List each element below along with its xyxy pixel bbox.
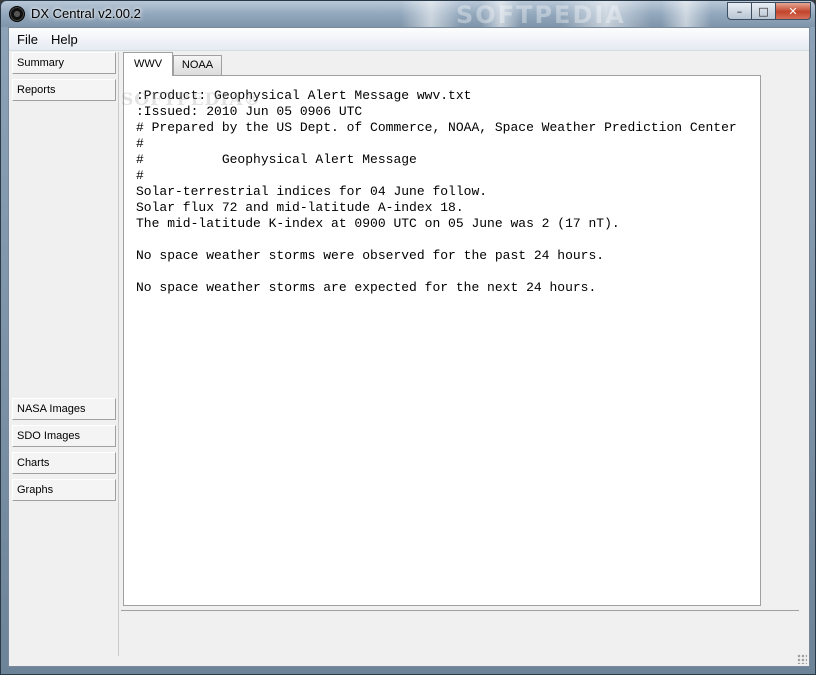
sidebar-button-graphs[interactable]: Graphs [12, 479, 116, 501]
tab-watermark: SOFTPEDIA® [121, 90, 262, 110]
message-line: # Prepared by the US Dept. of Commerce, … [136, 120, 737, 135]
app-window: DX Central v2.00.2 SOFTPEDIA – □ ✕ File … [0, 0, 816, 675]
message-line: The mid-latitude K-index at 0900 UTC on … [136, 216, 620, 231]
title-bar[interactable]: DX Central v2.00.2 SOFTPEDIA – □ ✕ [1, 1, 815, 27]
sidebar-button-sdo-images[interactable]: SDO Images [12, 425, 116, 447]
close-icon: ✕ [788, 4, 798, 18]
window-title: DX Central v2.00.2 [31, 6, 141, 21]
menu-help[interactable]: Help [51, 32, 78, 47]
sidebar: Summary Reports NASA Images SDO Images C… [10, 52, 119, 656]
menu-file[interactable]: File [17, 32, 38, 47]
resize-grip-icon[interactable] [797, 654, 807, 664]
minimize-icon: – [736, 4, 743, 18]
sidebar-button-summary[interactable]: Summary [12, 52, 116, 74]
message-line: Solar-terrestrial indices for 04 June fo… [136, 184, 488, 199]
menu-bar: File Help [9, 28, 809, 51]
app-globe-icon[interactable] [9, 6, 25, 22]
alert-message-text: :Product: Geophysical Alert Message wwv.… [136, 88, 737, 296]
message-line [136, 264, 737, 280]
tab-control: WWV NOAA SOFTPEDIA® :Product: Geophysica… [121, 52, 801, 632]
maximize-icon: □ [758, 4, 769, 18]
sidebar-button-charts[interactable]: Charts [12, 452, 116, 474]
message-line [136, 232, 737, 248]
title-watermark: SOFTPEDIA [456, 1, 626, 27]
message-line: No space weather storms were observed fo… [136, 248, 605, 263]
message-line: No space weather storms are expected for… [136, 280, 597, 295]
status-frame [121, 610, 799, 633]
message-line: # Geophysical Alert Message [136, 152, 417, 167]
message-panel: :Product: Geophysical Alert Message wwv.… [123, 75, 761, 606]
sidebar-button-reports[interactable]: Reports [12, 79, 116, 101]
message-line: # [136, 136, 144, 151]
message-line: Solar flux 72 and mid-latitude A-index 1… [136, 200, 464, 215]
client-area: File Help Summary Reports NASA Images SD… [8, 27, 810, 667]
message-line: # [136, 168, 144, 183]
tab-wwv[interactable]: WWV [123, 52, 173, 76]
close-button[interactable]: ✕ [775, 2, 811, 20]
sidebar-button-nasa-images[interactable]: NASA Images [12, 398, 116, 420]
minimize-button[interactable]: – [727, 2, 752, 20]
tab-noaa[interactable]: NOAA [173, 55, 222, 75]
maximize-button[interactable]: □ [751, 2, 776, 20]
